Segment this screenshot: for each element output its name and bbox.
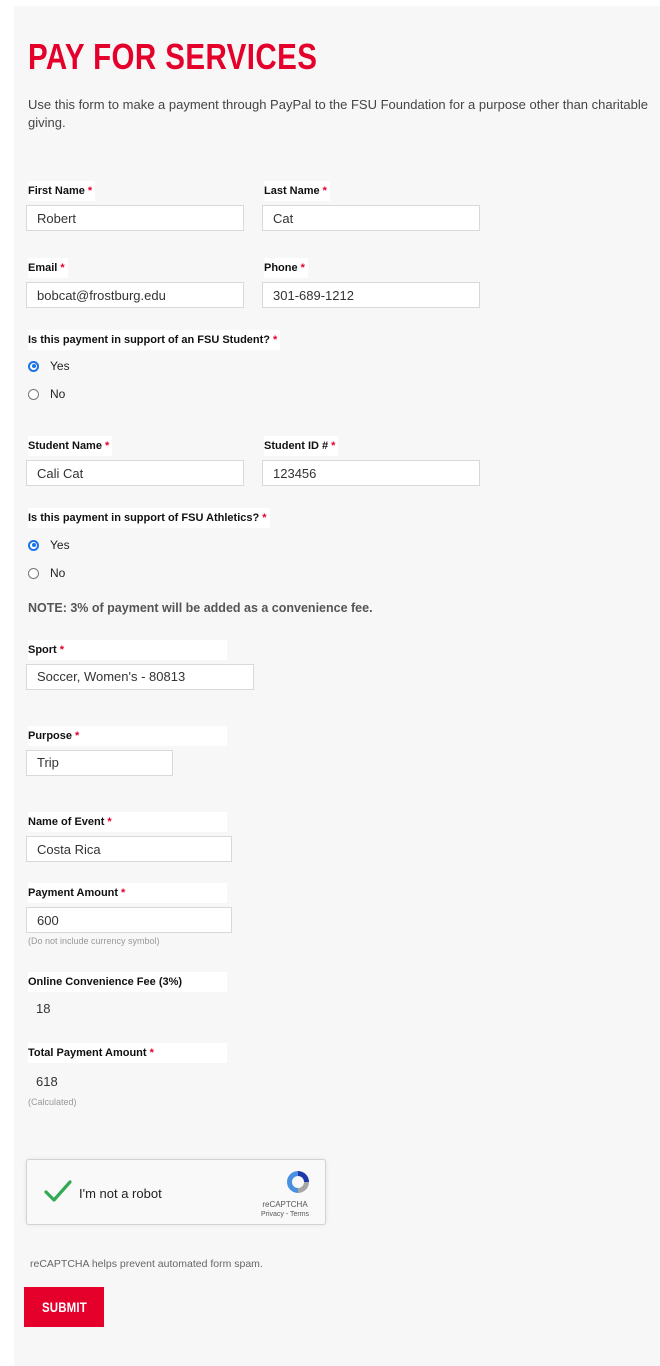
intro-text: Use this form to make a payment through … <box>28 97 649 130</box>
student-name-input[interactable] <box>26 460 244 486</box>
event-name-label: Name of Event * <box>28 812 227 832</box>
student-id-input[interactable] <box>262 460 480 486</box>
recaptcha-label: I'm not a robot <box>79 1186 162 1201</box>
submit-label: SUBMIT <box>41 1299 87 1315</box>
payment-amount-input[interactable] <box>26 907 232 933</box>
total-amount-hint: (Calculated) <box>28 1097 77 1107</box>
student-support-yes[interactable]: Yes <box>28 358 70 374</box>
checkmark-icon[interactable] <box>43 1178 73 1204</box>
convenience-fee-note: NOTE: 3% of payment will be added as a c… <box>28 601 373 615</box>
last-name-input[interactable] <box>262 205 480 231</box>
student-support-question: Is this payment in support of an FSU Stu… <box>28 330 281 350</box>
radio-unchecked-icon[interactable] <box>28 567 39 579</box>
submit-button[interactable]: SUBMIT <box>24 1287 104 1327</box>
payment-amount-label: Payment Amount * <box>28 883 227 903</box>
purpose-select[interactable]: Trip <box>26 750 173 776</box>
sport-label: Sport * <box>28 640 227 660</box>
first-name-label: First Name * <box>28 181 96 201</box>
first-name-input[interactable] <box>26 205 244 231</box>
athletics-support-no[interactable]: No <box>28 565 65 581</box>
email-label: Email * <box>28 258 68 278</box>
payment-amount-hint: (Do not include currency symbol) <box>28 936 160 946</box>
student-support-no[interactable]: No <box>28 386 65 402</box>
convenience-fee-value: 18 <box>36 1001 51 1016</box>
recaptcha-privacy-terms-link[interactable]: Privacy - Terms <box>255 1211 315 1218</box>
athletics-support-question: Is this payment in support of FSU Athlet… <box>28 508 270 528</box>
total-amount-label: Total Payment Amount * <box>28 1043 227 1063</box>
radio-checked-icon[interactable] <box>28 539 39 551</box>
last-name-label: Last Name * <box>264 181 330 201</box>
event-name-input[interactable] <box>26 836 232 862</box>
email-input[interactable] <box>26 282 244 308</box>
purpose-label: Purpose * <box>28 726 227 746</box>
radio-unchecked-icon[interactable] <box>28 388 39 400</box>
athletics-support-yes[interactable]: Yes <box>28 537 70 553</box>
page-title: PAY FOR SERVICES <box>28 36 318 77</box>
recaptcha-logo-icon <box>287 1171 309 1193</box>
student-id-label: Student ID # * <box>264 436 339 456</box>
student-name-label: Student Name * <box>28 436 113 456</box>
recaptcha-brand: reCAPTCHA <box>262 1200 308 1209</box>
phone-input[interactable] <box>262 282 480 308</box>
phone-label: Phone * <box>264 258 308 278</box>
radio-checked-icon[interactable] <box>28 360 39 372</box>
total-amount-value: 618 <box>36 1074 58 1089</box>
recaptcha-widget[interactable]: I'm not a robot reCAPTCHA Privacy - Term… <box>26 1159 326 1225</box>
sport-select[interactable]: Soccer, Women's - 80813 <box>26 664 254 690</box>
convenience-fee-label: Online Convenience Fee (3%) <box>28 972 227 992</box>
recaptcha-note: reCAPTCHA helps prevent automated form s… <box>30 1258 263 1270</box>
